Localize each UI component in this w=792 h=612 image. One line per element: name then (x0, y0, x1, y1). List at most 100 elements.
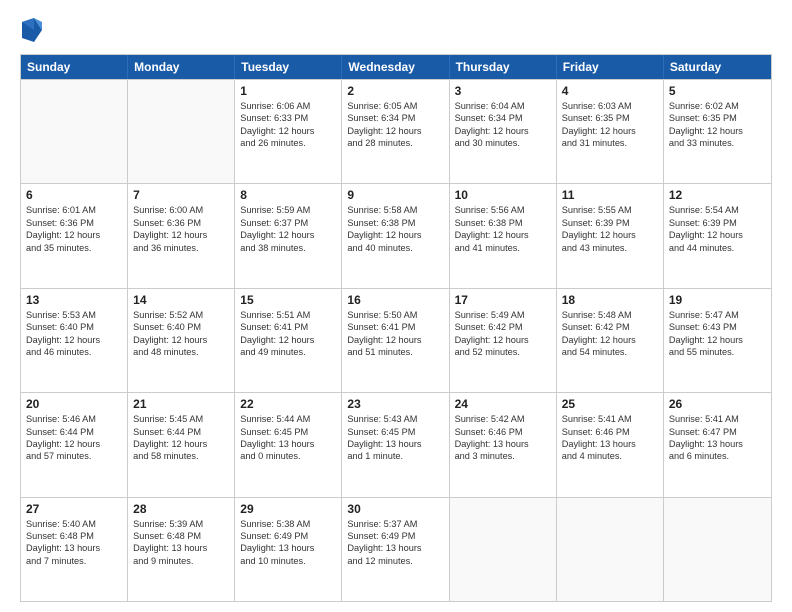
cell-info-line: Daylight: 12 hours (347, 125, 443, 137)
calendar-cell: 25Sunrise: 5:41 AMSunset: 6:46 PMDayligh… (557, 393, 664, 496)
cell-info-line: Daylight: 12 hours (133, 438, 229, 450)
day-number: 15 (240, 293, 336, 307)
cell-info-line: Sunrise: 5:42 AM (455, 413, 551, 425)
cell-info-line: Sunrise: 5:41 AM (669, 413, 766, 425)
cell-info-line: Sunset: 6:45 PM (347, 426, 443, 438)
calendar-cell: 6Sunrise: 6:01 AMSunset: 6:36 PMDaylight… (21, 184, 128, 287)
day-number: 27 (26, 502, 122, 516)
cell-info-line: Daylight: 13 hours (240, 542, 336, 554)
cell-info-line: Sunrise: 5:49 AM (455, 309, 551, 321)
cell-info-line: Daylight: 13 hours (562, 438, 658, 450)
logo (20, 16, 48, 44)
calendar-cell: 30Sunrise: 5:37 AMSunset: 6:49 PMDayligh… (342, 498, 449, 601)
calendar-body: 1Sunrise: 6:06 AMSunset: 6:33 PMDaylight… (21, 79, 771, 601)
cell-info-line: Sunrise: 5:43 AM (347, 413, 443, 425)
cell-info-line: and 44 minutes. (669, 242, 766, 254)
day-number: 17 (455, 293, 551, 307)
calendar-cell: 26Sunrise: 5:41 AMSunset: 6:47 PMDayligh… (664, 393, 771, 496)
cell-info-line: Sunset: 6:36 PM (133, 217, 229, 229)
weekday-header-tuesday: Tuesday (235, 55, 342, 79)
calendar: SundayMondayTuesdayWednesdayThursdayFrid… (20, 54, 772, 602)
cell-info-line: and 1 minute. (347, 450, 443, 462)
cell-info-line: Sunset: 6:46 PM (455, 426, 551, 438)
day-number: 21 (133, 397, 229, 411)
cell-info-line: Sunset: 6:44 PM (26, 426, 122, 438)
cell-info-line: Sunset: 6:48 PM (26, 530, 122, 542)
cell-info-line: Daylight: 13 hours (669, 438, 766, 450)
calendar-row-4: 20Sunrise: 5:46 AMSunset: 6:44 PMDayligh… (21, 392, 771, 496)
cell-info-line: and 33 minutes. (669, 137, 766, 149)
cell-info-line: and 3 minutes. (455, 450, 551, 462)
cell-info-line: and 36 minutes. (133, 242, 229, 254)
calendar-cell: 23Sunrise: 5:43 AMSunset: 6:45 PMDayligh… (342, 393, 449, 496)
cell-info-line: Sunset: 6:48 PM (133, 530, 229, 542)
cell-info-line: Daylight: 12 hours (133, 334, 229, 346)
cell-info-line: and 38 minutes. (240, 242, 336, 254)
day-number: 8 (240, 188, 336, 202)
calendar-cell: 29Sunrise: 5:38 AMSunset: 6:49 PMDayligh… (235, 498, 342, 601)
calendar-cell: 20Sunrise: 5:46 AMSunset: 6:44 PMDayligh… (21, 393, 128, 496)
cell-info-line: and 54 minutes. (562, 346, 658, 358)
cell-info-line: Sunset: 6:36 PM (26, 217, 122, 229)
cell-info-line: Sunrise: 5:45 AM (133, 413, 229, 425)
day-number: 2 (347, 84, 443, 98)
cell-info-line: Sunrise: 5:38 AM (240, 518, 336, 530)
calendar-cell: 15Sunrise: 5:51 AMSunset: 6:41 PMDayligh… (235, 289, 342, 392)
day-number: 13 (26, 293, 122, 307)
cell-info-line: Daylight: 12 hours (562, 229, 658, 241)
calendar-cell: 2Sunrise: 6:05 AMSunset: 6:34 PMDaylight… (342, 80, 449, 183)
day-number: 4 (562, 84, 658, 98)
day-number: 3 (455, 84, 551, 98)
calendar-cell (128, 80, 235, 183)
cell-info-line: Daylight: 12 hours (347, 334, 443, 346)
cell-info-line: Sunrise: 5:52 AM (133, 309, 229, 321)
cell-info-line: Sunrise: 5:39 AM (133, 518, 229, 530)
calendar-cell: 7Sunrise: 6:00 AMSunset: 6:36 PMDaylight… (128, 184, 235, 287)
calendar-cell: 3Sunrise: 6:04 AMSunset: 6:34 PMDaylight… (450, 80, 557, 183)
cell-info-line: and 9 minutes. (133, 555, 229, 567)
calendar-cell: 11Sunrise: 5:55 AMSunset: 6:39 PMDayligh… (557, 184, 664, 287)
cell-info-line: and 26 minutes. (240, 137, 336, 149)
cell-info-line: Sunrise: 5:41 AM (562, 413, 658, 425)
calendar-cell: 10Sunrise: 5:56 AMSunset: 6:38 PMDayligh… (450, 184, 557, 287)
calendar-cell (664, 498, 771, 601)
calendar-cell: 27Sunrise: 5:40 AMSunset: 6:48 PMDayligh… (21, 498, 128, 601)
cell-info-line: Sunset: 6:42 PM (562, 321, 658, 333)
cell-info-line: Sunset: 6:34 PM (455, 112, 551, 124)
cell-info-line: Daylight: 12 hours (240, 229, 336, 241)
cell-info-line: Sunrise: 5:37 AM (347, 518, 443, 530)
weekday-header-saturday: Saturday (664, 55, 771, 79)
cell-info-line: Sunset: 6:41 PM (240, 321, 336, 333)
calendar-row-1: 1Sunrise: 6:06 AMSunset: 6:33 PMDaylight… (21, 79, 771, 183)
cell-info-line: Sunrise: 5:58 AM (347, 204, 443, 216)
cell-info-line: Sunset: 6:39 PM (669, 217, 766, 229)
cell-info-line: and 55 minutes. (669, 346, 766, 358)
calendar-cell: 1Sunrise: 6:06 AMSunset: 6:33 PMDaylight… (235, 80, 342, 183)
day-number: 10 (455, 188, 551, 202)
cell-info-line: and 28 minutes. (347, 137, 443, 149)
day-number: 9 (347, 188, 443, 202)
cell-info-line: Sunset: 6:49 PM (347, 530, 443, 542)
cell-info-line: and 58 minutes. (133, 450, 229, 462)
cell-info-line: Daylight: 12 hours (26, 334, 122, 346)
page: SundayMondayTuesdayWednesdayThursdayFrid… (0, 0, 792, 612)
cell-info-line: Sunset: 6:43 PM (669, 321, 766, 333)
weekday-header-wednesday: Wednesday (342, 55, 449, 79)
cell-info-line: Daylight: 13 hours (347, 542, 443, 554)
calendar-row-5: 27Sunrise: 5:40 AMSunset: 6:48 PMDayligh… (21, 497, 771, 601)
cell-info-line: Daylight: 12 hours (669, 229, 766, 241)
calendar-cell: 4Sunrise: 6:03 AMSunset: 6:35 PMDaylight… (557, 80, 664, 183)
cell-info-line: Daylight: 13 hours (455, 438, 551, 450)
day-number: 20 (26, 397, 122, 411)
cell-info-line: Sunrise: 5:55 AM (562, 204, 658, 216)
cell-info-line: Daylight: 13 hours (240, 438, 336, 450)
cell-info-line: Sunrise: 5:44 AM (240, 413, 336, 425)
cell-info-line: and 43 minutes. (562, 242, 658, 254)
cell-info-line: Sunset: 6:46 PM (562, 426, 658, 438)
calendar-cell: 24Sunrise: 5:42 AMSunset: 6:46 PMDayligh… (450, 393, 557, 496)
cell-info-line: and 49 minutes. (240, 346, 336, 358)
calendar-cell: 16Sunrise: 5:50 AMSunset: 6:41 PMDayligh… (342, 289, 449, 392)
cell-info-line: Sunset: 6:40 PM (26, 321, 122, 333)
cell-info-line: Daylight: 12 hours (240, 125, 336, 137)
cell-info-line: Sunset: 6:42 PM (455, 321, 551, 333)
